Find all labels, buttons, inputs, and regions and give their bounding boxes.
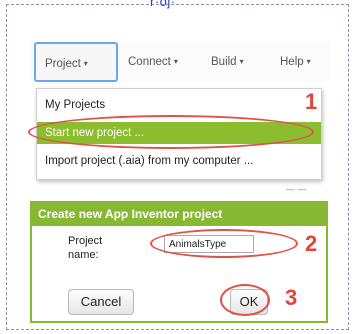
menu-item-import-project[interactable]: Import project (.aia) from my computer .…: [37, 150, 321, 172]
background-text-peek: — —: [286, 184, 307, 194]
menu-connect-label: Connect: [128, 56, 171, 68]
cancel-button[interactable]: Cancel: [68, 289, 134, 315]
create-project-dialog: Create new App Inventor project Project …: [30, 201, 328, 323]
chevron-down-icon: ▾: [239, 57, 244, 66]
project-name-label: Project name:: [68, 235, 103, 261]
clipped-header-text: r·oj·: [150, 0, 176, 9]
menu-project[interactable]: Project ▾: [34, 42, 118, 82]
menu-help-label: Help: [280, 56, 304, 68]
annotation-circle-3: [220, 284, 270, 316]
menu-build-label: Build: [211, 56, 237, 68]
menu-project-label: Project: [45, 58, 81, 70]
chevron-down-icon: ▾: [306, 57, 311, 66]
step-number-2: 2: [305, 231, 318, 256]
step-number-1: 1: [305, 89, 318, 114]
menu-bar: Project ▾ Connect ▾ Build ▾ Help ▾: [30, 42, 330, 82]
chevron-down-icon: ▾: [83, 59, 88, 68]
chevron-down-icon: ▾: [173, 57, 178, 66]
step-number-3: 3: [285, 285, 298, 310]
annotation-circle-2: [150, 229, 298, 258]
menu-help[interactable]: Help ▾: [280, 42, 311, 82]
menu-build[interactable]: Build ▾: [211, 42, 244, 82]
annotation-circle-1: [28, 115, 314, 149]
dialog-title: Create new App Inventor project: [32, 203, 326, 226]
menu-connect[interactable]: Connect ▾: [128, 42, 178, 82]
menu-item-my-projects[interactable]: My Projects: [37, 94, 321, 116]
